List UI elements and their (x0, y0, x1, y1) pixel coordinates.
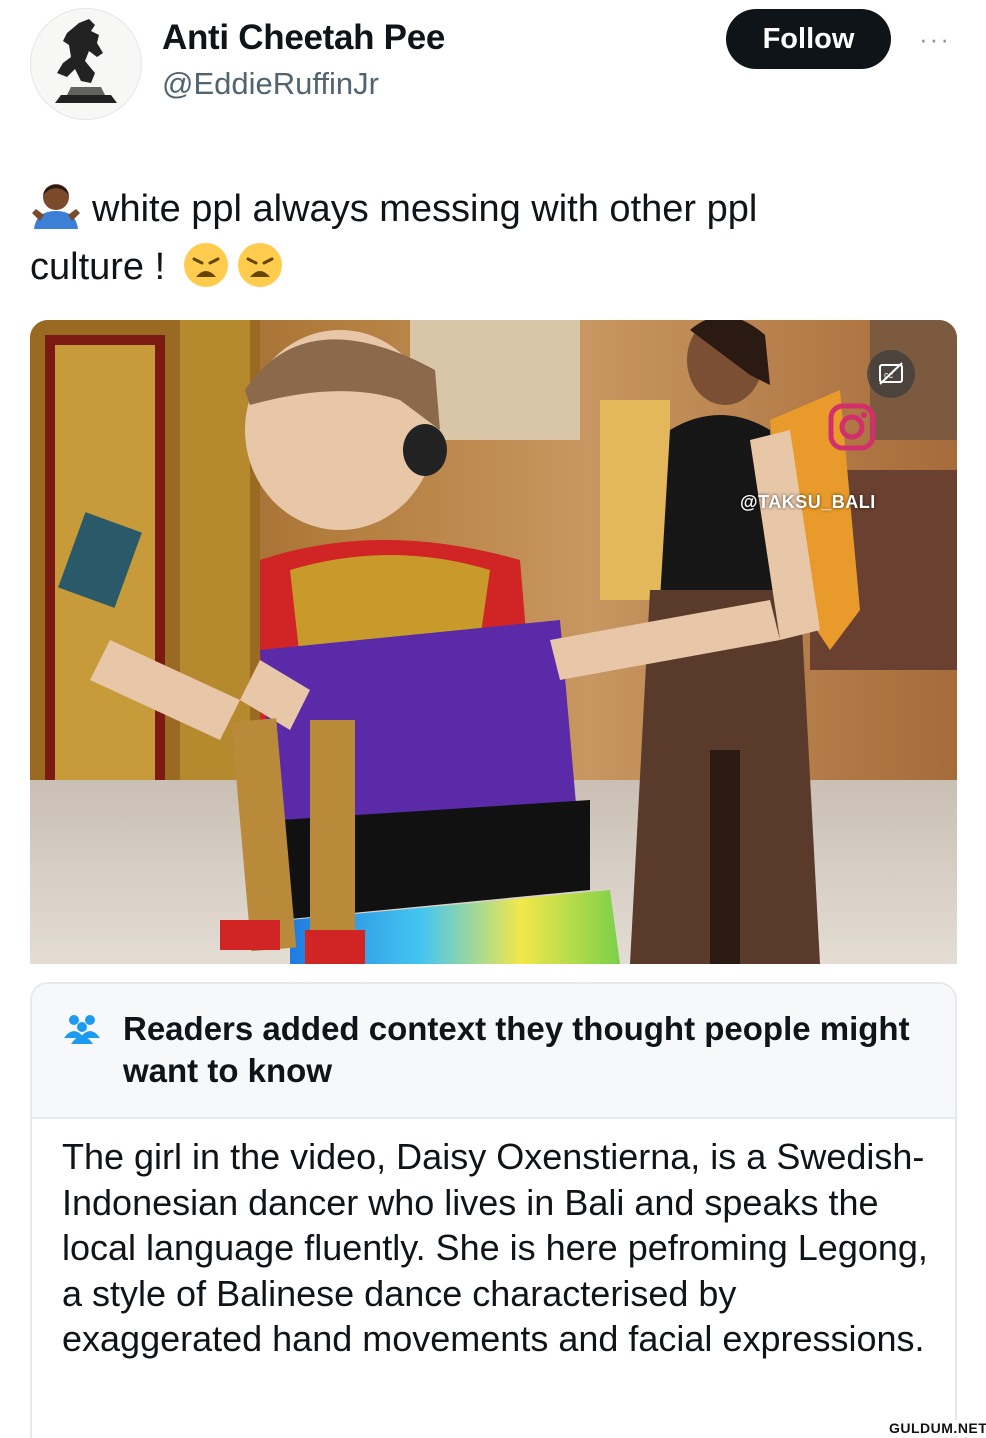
user-handle[interactable]: @EddieRuffinJr (162, 66, 379, 102)
tweet-text: white ppl always messing with other ppl … (30, 180, 950, 296)
video-frame (30, 320, 957, 964)
people-group-icon (62, 1012, 102, 1044)
community-note-body: The girl in the video, Daisy Oxenstierna… (62, 1136, 928, 1359)
tweet-text-line1: white ppl always messing with other ppl (92, 188, 758, 230)
community-note-title: Readers added context they thought peopl… (123, 1010, 910, 1089)
captions-off-icon[interactable]: cc (867, 350, 915, 398)
avatar[interactable] (30, 8, 142, 120)
tweet-header: Anti Cheetah Pee @EddieRuffinJr Follow ·… (0, 0, 986, 130)
weary-face-emoji (236, 241, 284, 289)
more-options-icon[interactable]: ··· (913, 24, 957, 54)
display-name[interactable]: Anti Cheetah Pee (162, 18, 445, 58)
person-shrugging-emoji (30, 181, 82, 231)
follow-button[interactable]: Follow (726, 9, 891, 69)
tweet-text-line2: culture ! (30, 246, 166, 288)
instagram-icon (827, 402, 877, 452)
community-note[interactable]: Readers added context they thought peopl… (30, 982, 957, 1438)
video-watermark: @TAKSU_BALI (740, 492, 876, 512)
site-watermark: GULDUM.NET (886, 1420, 986, 1436)
community-note-header: Readers added context they thought peopl… (32, 984, 955, 1119)
tweet-video[interactable]: cc @TAKSU_BALI (30, 320, 957, 964)
weary-face-emoji (182, 241, 230, 289)
